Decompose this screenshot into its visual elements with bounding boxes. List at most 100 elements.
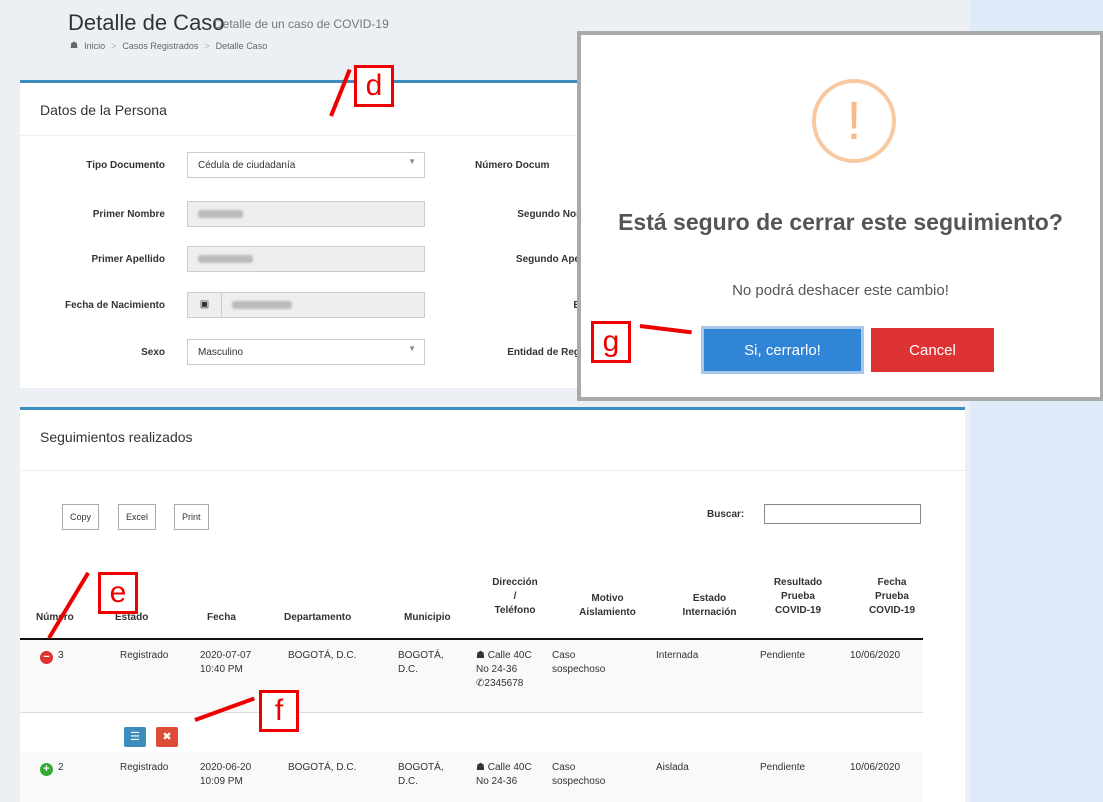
chevron-down-icon: ▼: [408, 344, 416, 353]
breadcrumb-separator: >: [204, 40, 210, 51]
numero-documento-label: Número Docum: [475, 160, 550, 171]
annotation-g: g: [591, 321, 631, 363]
th-direccion-line: Dirección: [492, 577, 538, 588]
cell-municipio: BOGOTÁ, D.C.: [398, 761, 444, 789]
annotation-f: f: [259, 690, 299, 732]
cell-resultado: Pendiente: [760, 762, 806, 773]
th-fecha-prueba-line: Fecha: [877, 577, 907, 588]
close-seguimiento-button[interactable]: ✖: [156, 727, 178, 747]
redacted-value: [198, 255, 253, 264]
cell-motivo-line: sospechoso: [552, 664, 606, 675]
cell-fecha-line: 2020-07-07: [200, 650, 252, 661]
chevron-down-icon: ▼: [408, 157, 416, 166]
cell-motivo: Caso sospechoso: [552, 649, 605, 677]
excel-button[interactable]: Excel: [118, 504, 157, 530]
th-motivo[interactable]: Motivo Aislamiento: [575, 592, 640, 620]
th-resultado-line: Resultado: [773, 577, 823, 588]
cell-departamento: BOGOTÁ, D.C.: [288, 650, 357, 661]
view-list-button[interactable]: ☰: [124, 727, 146, 747]
cell-direccion-value: Calle 40C: [487, 650, 532, 661]
cell-fecha: 2020-07-07 10:40 PM: [200, 649, 251, 677]
redacted-value: [198, 210, 243, 219]
cell-internacion: Internada: [656, 650, 699, 661]
persona-title: Datos de la Persona: [40, 102, 167, 118]
calendar-icon[interactable]: ▣: [187, 292, 222, 318]
cell-fecha-prueba: 10/06/2020: [850, 650, 901, 661]
page-title: Detalle de Caso: [68, 10, 225, 35]
th-fecha[interactable]: Fecha: [207, 611, 236, 625]
fecha-nacimiento-label: Fecha de Nacimiento: [64, 300, 165, 311]
th-direccion[interactable]: Dirección / Teléfono: [490, 576, 540, 618]
confirm-dialog: ! Está seguro de cerrar este seguimiento…: [577, 31, 1103, 401]
home-icon: ☗: [476, 762, 488, 773]
th-resultado-line: Prueba: [781, 591, 815, 602]
cell-departamento: BOGOTÁ, D.C.: [288, 762, 357, 773]
collapse-row-icon[interactable]: −: [40, 651, 53, 664]
cell-fecha-line: 10:40 PM: [200, 664, 243, 675]
th-fecha-prueba[interactable]: Fecha Prueba COVID-19: [862, 576, 922, 618]
table-row: [20, 752, 923, 802]
dialog-text: No podrá deshacer este cambio!: [732, 282, 949, 299]
cell-direccion-line: ☗ Calle 40C: [476, 761, 532, 775]
sexo-select[interactable]: Masculino ▼: [187, 339, 425, 365]
annotation-d: d: [354, 65, 394, 107]
th-internacion-line: Internación: [682, 607, 737, 618]
primer-nombre-field[interactable]: [187, 201, 425, 227]
cell-telefono-line: ✆2345678: [476, 677, 532, 691]
home-icon: ☗: [70, 40, 79, 50]
sexo-label: Sexo: [141, 347, 165, 358]
breadcrumb-inicio[interactable]: Inicio: [84, 41, 105, 51]
breadcrumb-detalle: Detalle Caso: [215, 40, 268, 51]
seguimientos-panel: Seguimientos realizados Copy Excel Print…: [20, 407, 965, 802]
cell-motivo-line: Caso: [552, 762, 576, 773]
th-municipio[interactable]: Municipio: [404, 611, 451, 625]
cell-municipio-line: D.C.: [398, 664, 418, 675]
th-direccion-line: Teléfono: [494, 605, 536, 616]
cell-motivo-line: sospechoso: [552, 776, 606, 787]
cell-telefono: 2345678: [484, 678, 524, 689]
th-direccion-line: /: [513, 591, 517, 602]
cell-resultado: Pendiente: [760, 650, 806, 661]
search-input[interactable]: [764, 504, 921, 524]
cancel-button[interactable]: Cancel: [871, 328, 994, 372]
fecha-nacimiento-field[interactable]: [221, 292, 425, 318]
cell-internacion: Aislada: [656, 762, 689, 773]
th-fecha-prueba-line: COVID-19: [868, 605, 916, 616]
expand-row-icon[interactable]: +: [40, 763, 53, 776]
breadcrumb-separator: >: [111, 40, 117, 51]
th-motivo-line: Aislamiento: [579, 607, 636, 618]
th-fecha-prueba-line: Prueba: [875, 591, 909, 602]
segundo-apellido-label: Segundo Ape: [515, 254, 580, 265]
cell-fecha-line: 10:09 PM: [200, 776, 243, 787]
row-divider: [20, 712, 923, 713]
th-departamento[interactable]: Departamento: [284, 611, 351, 625]
breadcrumb-casos[interactable]: Casos Registrados: [122, 41, 198, 51]
cell-fecha-prueba: 10/06/2020: [850, 762, 901, 773]
th-internacion[interactable]: Estado Internación: [672, 592, 747, 620]
page-subtitle: Detalle de un caso de COVID-19: [214, 17, 389, 31]
confirm-button[interactable]: Si, cerrarlo!: [701, 326, 864, 374]
cell-municipio-line: BOGOTÁ,: [398, 650, 444, 661]
cell-numero: 3: [58, 650, 64, 661]
cell-municipio-line: D.C.: [398, 776, 418, 787]
cell-municipio-line: BOGOTÁ,: [398, 762, 444, 773]
th-resultado[interactable]: Resultado Prueba COVID-19: [768, 576, 828, 618]
th-resultado-line: COVID-19: [774, 605, 822, 616]
redacted-value: [232, 301, 292, 310]
annotation-e: e: [98, 572, 138, 614]
tipo-documento-label: Tipo Documento: [86, 160, 165, 171]
seguimientos-title: Seguimientos realizados: [40, 429, 193, 445]
copy-button[interactable]: Copy: [62, 504, 100, 530]
sexo-value: Masculino: [198, 347, 244, 358]
cell-direccion: ☗ Calle 40C No 24-36 ✆2345678: [476, 649, 532, 691]
tipo-documento-select[interactable]: Cédula de ciudadanía ▼: [187, 152, 425, 178]
dialog-title: Está seguro de cerrar este seguimiento?: [618, 209, 1063, 235]
cell-motivo: Caso sospechoso: [552, 761, 605, 789]
cell-estado: Registrado: [120, 762, 169, 773]
tipo-documento-value: Cédula de ciudadanía: [198, 160, 296, 171]
primer-apellido-field[interactable]: [187, 246, 425, 272]
print-button[interactable]: Print: [174, 504, 209, 530]
cell-fecha: 2020-06-20 10:09 PM: [200, 761, 251, 789]
e-label: E: [550, 300, 580, 311]
search-label: Buscar:: [707, 509, 745, 520]
